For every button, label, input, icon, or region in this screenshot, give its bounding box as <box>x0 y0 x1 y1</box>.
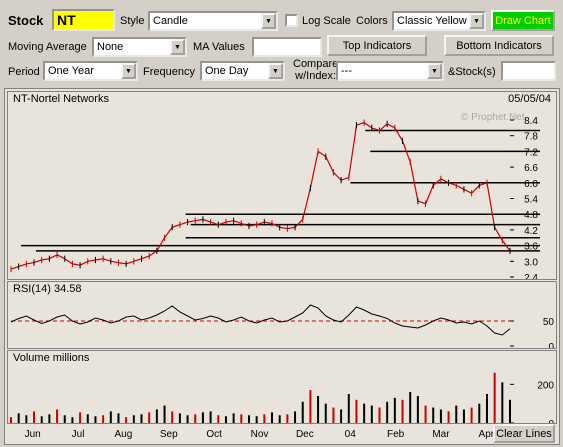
y-tick-label: 7.8 <box>524 132 538 143</box>
volume-panel: Volume millions 200 0 <box>7 350 557 424</box>
compare-index-select[interactable]: --- ▼ <box>336 61 444 81</box>
frequency-value: One Day <box>205 65 249 77</box>
y-tick-label: 8.4 <box>524 116 538 127</box>
y-tick-label: 7.2 <box>524 147 538 158</box>
x-tick-label: Jun <box>25 429 41 440</box>
compare-label-line2: w/Index: <box>295 70 337 82</box>
y-tick-label: 2.4 <box>524 273 538 280</box>
chevron-down-icon[interactable]: ▼ <box>121 63 136 79</box>
style-select[interactable]: Candle ▼ <box>148 11 278 31</box>
stocks-label: &Stock(s) <box>448 66 496 78</box>
frequency-select[interactable]: One Day ▼ <box>200 61 285 81</box>
bottom-indicators-button[interactable]: Bottom Indicators <box>444 35 554 56</box>
x-tick-label: Oct <box>206 429 222 440</box>
rsi-series-line <box>10 304 511 336</box>
moving-average-label: Moving Average <box>8 41 87 53</box>
moving-average-value: None <box>97 41 124 53</box>
clear-lines-label: Clear Lines <box>496 427 552 440</box>
volume-chart-svg: 2000 <box>10 372 554 423</box>
ma-values-label: MA Values <box>193 41 245 53</box>
y-tick-label: 6.0 <box>524 179 538 190</box>
x-tick-label: Dec <box>296 429 314 440</box>
colors-select[interactable]: Classic Yellow ▼ <box>392 11 486 31</box>
bottom-indicators-label: Bottom Indicators <box>456 39 542 52</box>
compare-label: Compare w/Index: <box>293 58 338 82</box>
period-label: Period <box>8 66 40 78</box>
frequency-label: Frequency <box>143 66 195 78</box>
ma-values-input[interactable] <box>252 37 322 57</box>
log-scale-checkbox[interactable] <box>285 14 298 27</box>
rsi-panel: RSI(14) 34.58 50 0 <box>7 281 557 349</box>
top-indicators-button[interactable]: Top Indicators <box>327 35 427 56</box>
x-tick-label: Mar <box>432 429 450 440</box>
chevron-down-icon[interactable]: ▼ <box>427 63 442 79</box>
top-indicators-label: Top Indicators <box>342 39 412 52</box>
x-tick-label: 04 <box>345 429 357 440</box>
x-tick-label: Feb <box>387 429 405 440</box>
rsi-chart-svg: 50 0 <box>10 304 555 349</box>
x-tick-label: Jul <box>72 429 85 440</box>
price-panel[interactable]: NT-Nortel Networks 05/05/04 © Prophet.Ne… <box>7 91 557 280</box>
y-tick-label: 0 <box>548 342 554 349</box>
chevron-down-icon[interactable]: ▼ <box>268 63 283 79</box>
stock-symbol-value: NT <box>57 12 76 28</box>
y-tick-label: 6.6 <box>524 163 538 174</box>
y-tick-label: 3.0 <box>524 257 538 268</box>
period-select[interactable]: One Year ▼ <box>43 61 138 81</box>
x-tick-label: Nov <box>251 429 269 440</box>
stock-label: Stock <box>8 13 44 28</box>
x-tick-label: Aug <box>115 429 133 440</box>
y-tick-label: 200 <box>537 380 554 391</box>
compare-index-value: --- <box>341 65 352 77</box>
price-chart-svg: 8.47.87.26.66.05.44.84.23.63.02.4 <box>10 116 540 280</box>
log-scale-label: Log Scale <box>302 15 351 27</box>
period-value: One Year <box>48 65 94 77</box>
draw-chart-label: Draw Chart <box>495 14 551 27</box>
colors-select-value: Classic Yellow <box>397 15 467 27</box>
y-tick-label: 5.4 <box>524 195 538 206</box>
style-label: Style <box>120 15 145 27</box>
chevron-down-icon[interactable]: ▼ <box>469 13 484 29</box>
clear-lines-button[interactable]: Clear Lines <box>493 424 555 443</box>
chevron-down-icon[interactable]: ▼ <box>261 13 276 29</box>
y-tick-label: 4.8 <box>524 210 538 221</box>
style-select-value: Candle <box>153 15 188 27</box>
colors-label: Colors <box>356 15 388 27</box>
stock-symbol-input[interactable]: NT <box>52 9 115 31</box>
x-axis: Jun Jul Aug Sep Oct Nov Dec 04 Feb Mar Apr <box>25 429 495 440</box>
chevron-down-icon[interactable]: ▼ <box>170 39 185 55</box>
draw-chart-button[interactable]: Draw Chart <box>491 10 555 31</box>
x-tick-label: Sep <box>160 429 178 440</box>
compare-label-line1: Compare <box>293 58 339 70</box>
price-series-line <box>10 121 511 270</box>
y-tick-label: 50 <box>543 317 555 328</box>
moving-average-select[interactable]: None ▼ <box>92 37 187 57</box>
y-tick-label: 4.2 <box>524 226 538 237</box>
compare-stocks-input[interactable] <box>501 61 556 81</box>
